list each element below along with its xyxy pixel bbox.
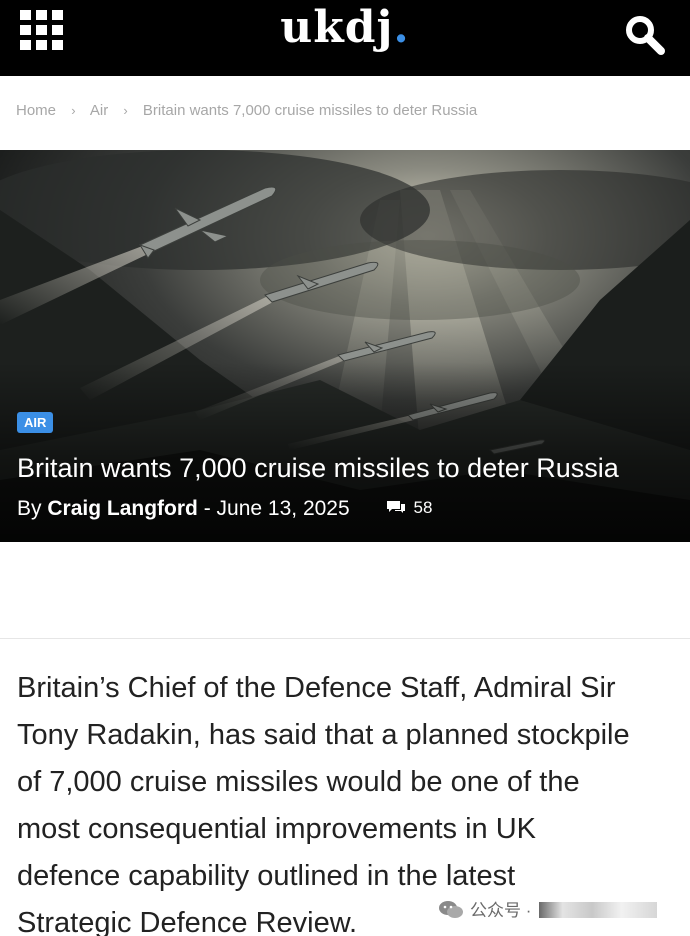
breadcrumb-separator: › (71, 103, 76, 118)
watermark-text: 公众号 · (470, 901, 532, 920)
watermark-blurred-name (539, 902, 658, 918)
post-date: June 13, 2025 (216, 497, 350, 520)
featured-hero[interactable]: AIR Britain wants 7,000 cruise missiles … (0, 150, 690, 542)
breadcrumb: Home › Air › Britain wants 7,000 cruise … (16, 102, 477, 119)
site-logo[interactable]: ukdj. (0, 2, 690, 53)
by-label: By (17, 497, 42, 520)
breadcrumb-home[interactable]: Home (16, 102, 56, 119)
post-meta: By Craig Langford - June 13, 2025 58 (17, 497, 432, 521)
article-line: defence capability outlined in the lates… (17, 860, 516, 892)
article-line: Britain’s Chief of the Defence Staff, Ad… (17, 672, 616, 704)
breadcrumb-current: Britain wants 7,000 cruise missiles to d… (142, 102, 478, 119)
breadcrumb-separator: › (123, 103, 128, 118)
comments-link[interactable]: 58 (386, 498, 433, 518)
search-icon[interactable] (624, 14, 666, 56)
divider (0, 638, 690, 639)
wechat-icon (439, 901, 463, 918)
article-line: of 7,000 cruise missiles would be one of… (17, 766, 580, 798)
comment-icon (386, 501, 405, 513)
category-badge[interactable]: AIR (17, 412, 54, 433)
date-separator: - (203, 497, 211, 520)
article-line: Tony Radakin, has said that a planned st… (17, 719, 630, 751)
author-link[interactable]: Craig Langford (47, 497, 198, 520)
post-title[interactable]: Britain wants 7,000 cruise missiles to d… (17, 453, 619, 484)
site-header: ukdj. (0, 0, 690, 76)
article-line: most consequential improvements in UK (17, 813, 537, 845)
breadcrumb-air[interactable]: Air (90, 102, 108, 119)
logo-text: ukdj (280, 2, 394, 53)
watermark: 公众号 · (438, 896, 658, 924)
comment-count: 58 (413, 498, 433, 517)
logo-dot: . (393, 2, 410, 53)
